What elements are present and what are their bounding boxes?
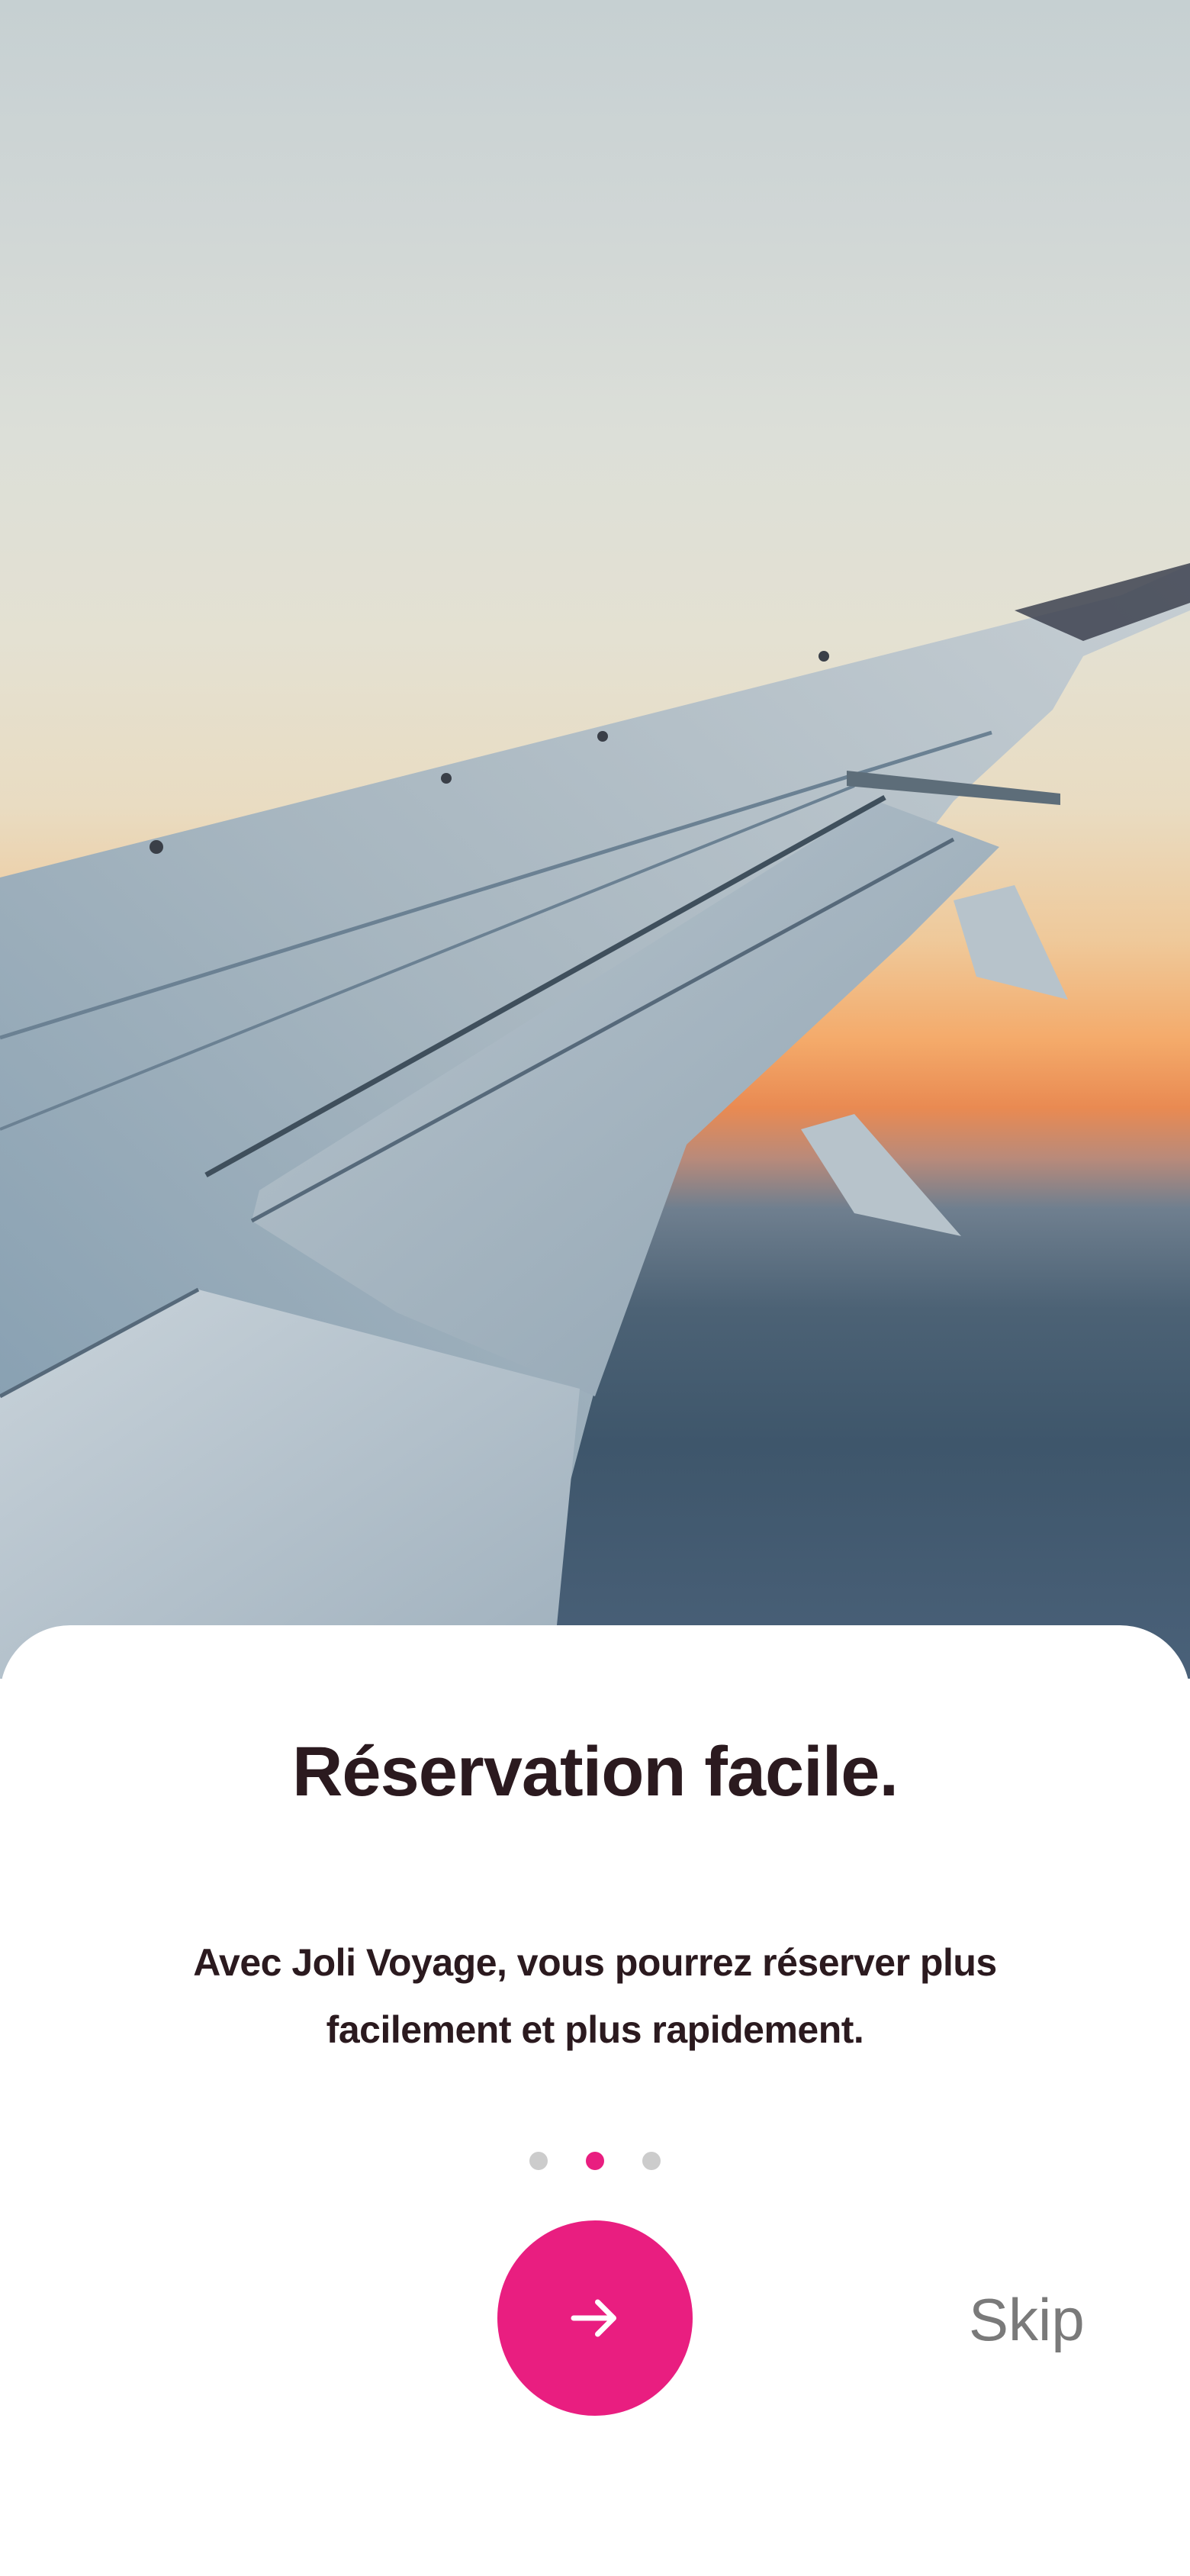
pagination-dot-3[interactable] [642,2152,661,2170]
onboarding-title: Réservation facile. [291,1733,899,1811]
onboarding-screen: Réservation facile. Avec Joli Voyage, vo… [0,0,1190,2576]
pagination-dot-1[interactable] [529,2152,548,2170]
pagination-dots [0,2152,1190,2170]
airplane-wing-illustration [0,563,1190,1679]
hero-image-airplane-wing [0,0,1190,1679]
pagination-dot-2-active[interactable] [586,2152,604,2170]
next-button[interactable] [497,2220,693,2416]
skip-button[interactable]: Skip [969,2285,1106,2355]
onboarding-subtitle: Avec Joli Voyage, vous pourrez réserver … [193,1941,997,2051]
arrow-right-icon [571,2299,616,2337]
